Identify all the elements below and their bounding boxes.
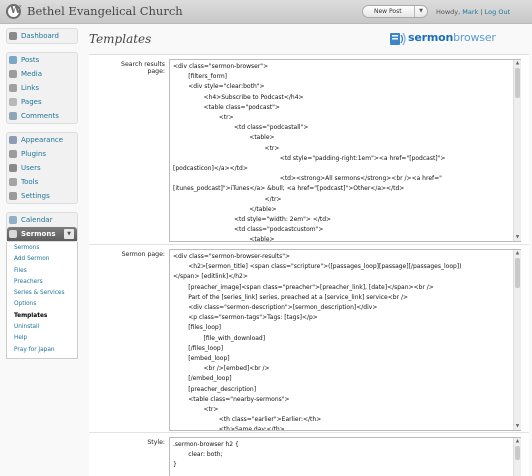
style-row: Style: .sermon-browser h2 { clear: both;… bbox=[89, 433, 529, 476]
sidebar-item-posts[interactable]: Posts bbox=[7, 53, 77, 67]
appearance-icon bbox=[9, 136, 17, 144]
new-post-label[interactable]: New Post bbox=[374, 8, 402, 15]
sidebar-item-sermons[interactable]: Sermons ▼ bbox=[7, 227, 77, 241]
scroll-thumb[interactable] bbox=[515, 68, 520, 98]
scroll-up-icon[interactable]: ▲ bbox=[514, 60, 521, 67]
sidebar-item-label: Pages bbox=[21, 98, 42, 106]
style-textarea[interactable]: .sermon-browser h2 { clear: both; } div.… bbox=[169, 437, 521, 476]
style-scrollbar[interactable]: ▲ bbox=[513, 438, 521, 476]
admin-sidebar: Dashboard Posts Media Links Pages Commen… bbox=[6, 28, 78, 359]
sidebar-item-label: Appearance bbox=[21, 136, 64, 144]
sermonbrowser-logo: sermonbrowser bbox=[386, 28, 526, 50]
chevron-down-icon[interactable]: ▼ bbox=[64, 229, 74, 239]
users-icon bbox=[9, 164, 17, 172]
admin-header: W Bethel Evangelical Church New Post ▼ H… bbox=[0, 0, 532, 24]
scroll-up-icon[interactable]: ▲ bbox=[514, 250, 521, 257]
style-label: Style: bbox=[147, 439, 165, 446]
scroll-down-icon[interactable]: ▼ bbox=[514, 423, 521, 430]
search-results-template-textarea[interactable]: <div class="sermon-browser"> [filters_fo… bbox=[169, 59, 521, 242]
links-icon bbox=[9, 84, 17, 92]
submenu-item-series-services[interactable]: Series & Services bbox=[7, 288, 77, 299]
sermon-page-row: Sermon page: <div class="sermon-browser-… bbox=[89, 245, 529, 433]
sidebar-item-label: Sermons bbox=[21, 230, 56, 238]
scroll-thumb[interactable] bbox=[515, 446, 520, 460]
sidebar-item-label: Users bbox=[21, 164, 41, 172]
search-results-scrollbar[interactable]: ▲ ▼ bbox=[513, 60, 521, 241]
pages-icon bbox=[9, 98, 17, 106]
search-results-row: Search results page: <div class="sermon-… bbox=[89, 55, 529, 245]
submenu-item-pray-for-japan[interactable]: Pray for Japan bbox=[7, 345, 77, 356]
chevron-down-icon[interactable]: ▼ bbox=[414, 6, 427, 17]
sidebar-item-comments[interactable]: Comments bbox=[7, 109, 77, 123]
sidebar-item-calendar[interactable]: Calendar bbox=[7, 213, 77, 227]
comments-icon bbox=[9, 112, 17, 120]
submenu-item-options[interactable]: Options bbox=[7, 299, 77, 310]
site-title[interactable]: Bethel Evangelical Church bbox=[27, 4, 183, 18]
tools-icon bbox=[9, 178, 17, 186]
submenu-item-add-sermon[interactable]: Add Sermon bbox=[7, 254, 77, 265]
submenu-item-preachers[interactable]: Preachers bbox=[7, 277, 77, 288]
plugins-icon bbox=[9, 150, 17, 158]
sidebar-item-label: Links bbox=[21, 84, 39, 92]
sidebar-item-tools[interactable]: Tools bbox=[7, 175, 77, 189]
sidebar-item-links[interactable]: Links bbox=[7, 81, 77, 95]
menu-group-plugins: Calendar Sermons ▼ bbox=[6, 212, 78, 242]
sermonbrowser-logo-text: sermonbrowser bbox=[408, 31, 496, 44]
posts-icon bbox=[9, 56, 17, 64]
submenu-item-sermons[interactable]: Sermons bbox=[7, 243, 77, 254]
sidebar-item-users[interactable]: Users bbox=[7, 161, 77, 175]
templates-form: Search results page: <div class="sermon-… bbox=[89, 54, 529, 476]
sidebar-item-label: Calendar bbox=[21, 216, 53, 224]
howdy-text: Howdy, bbox=[436, 8, 463, 16]
sermon-page-scrollbar[interactable]: ▲ ▼ bbox=[513, 250, 521, 430]
search-results-label: Search results page: bbox=[121, 61, 165, 75]
page-title: Templates bbox=[89, 32, 152, 46]
user-greeting: Howdy, Mark | Log Out bbox=[436, 8, 510, 16]
sidebar-item-label: Settings bbox=[21, 192, 50, 200]
submenu-item-files[interactable]: Files bbox=[7, 266, 77, 277]
submenu-item-uninstall[interactable]: Uninstall bbox=[7, 322, 77, 333]
sermon-page-template-textarea[interactable]: <div class="sermon-browser-results"> <h2… bbox=[169, 249, 521, 431]
sidebar-item-dashboard[interactable]: Dashboard bbox=[7, 29, 77, 43]
media-icon bbox=[9, 70, 17, 78]
sermon-page-label: Sermon page: bbox=[121, 251, 165, 258]
scroll-down-icon[interactable]: ▼ bbox=[514, 234, 521, 241]
sermons-icon bbox=[9, 230, 17, 238]
scroll-thumb[interactable] bbox=[515, 258, 520, 288]
submenu-item-templates[interactable]: Templates bbox=[7, 311, 77, 322]
menu-group-settings: Appearance Plugins Users Tools Settings bbox=[6, 132, 78, 204]
sermonbrowser-logo-icon bbox=[390, 32, 406, 46]
menu-group-content: Posts Media Links Pages Comments bbox=[6, 52, 78, 124]
sermons-submenu: Sermons Add Sermon Files Preachers Serie… bbox=[6, 242, 78, 359]
menu-group-dashboard: Dashboard bbox=[6, 28, 78, 44]
settings-icon bbox=[9, 192, 17, 200]
sidebar-item-label: Tools bbox=[21, 178, 39, 186]
sidebar-item-label: Posts bbox=[21, 56, 40, 64]
sidebar-item-pages[interactable]: Pages bbox=[7, 95, 77, 109]
sidebar-item-settings[interactable]: Settings bbox=[7, 189, 77, 203]
logout-link[interactable]: Log Out bbox=[485, 8, 510, 16]
sidebar-item-label: Plugins bbox=[21, 150, 47, 158]
dashboard-icon bbox=[9, 32, 17, 40]
sidebar-item-label: Dashboard bbox=[21, 32, 59, 40]
new-post-dropdown[interactable]: New Post ▼ bbox=[362, 5, 428, 18]
sidebar-item-label: Comments bbox=[21, 112, 59, 120]
sidebar-item-plugins[interactable]: Plugins bbox=[7, 147, 77, 161]
sidebar-item-media[interactable]: Media bbox=[7, 67, 77, 81]
scroll-up-icon[interactable]: ▲ bbox=[514, 438, 521, 445]
wordpress-logo-icon: W bbox=[6, 4, 21, 19]
sidebar-item-label: Media bbox=[21, 70, 43, 78]
username-link[interactable]: Mark bbox=[462, 8, 478, 16]
calendar-icon bbox=[9, 216, 17, 224]
sidebar-item-appearance[interactable]: Appearance bbox=[7, 133, 77, 147]
submenu-item-help[interactable]: Help bbox=[7, 333, 77, 344]
